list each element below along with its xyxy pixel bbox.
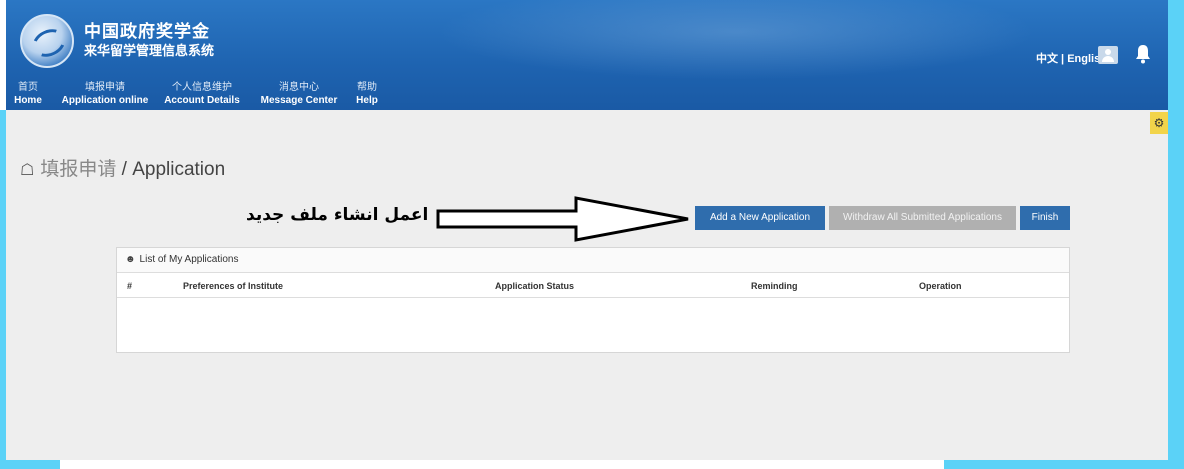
site-header: 中国政府奖学金 来华留学管理信息系统 中文 | English 首页 Home … [6,0,1168,110]
add-new-application-button[interactable]: Add a New Application [695,206,825,230]
logo-swirl [28,24,70,62]
annotation-text: اعمل انشاء ملف جديد [246,205,429,225]
nav-home-en: Home [14,95,42,106]
home-icon: ☖ [20,162,35,179]
nav-home-cn: 首页 [18,82,38,93]
table-header: # Preferences of Institute Application S… [117,273,1069,298]
users-icon: ☻ [125,254,136,265]
nav-account-details[interactable]: 个人信息维护 Account Details [156,78,248,106]
withdraw-all-applications-button[interactable]: Withdraw All Submitted Applications [829,206,1016,230]
arrow-right-icon [436,196,689,242]
nav-message-center[interactable]: 消息中心 Message Center [252,78,346,106]
nav-account-details-cn: 个人信息维护 [172,82,232,93]
world-map-background [436,0,1036,80]
bell-icon[interactable] [1134,44,1152,64]
screenshot: 中国政府奖学金 来华留学管理信息系统 中文 | English 首页 Home … [6,0,1168,460]
nav-application-online-en: Application online [61,95,149,106]
nav-help[interactable]: 帮助 Help [352,78,382,106]
nav-message-center-en: Message Center [260,95,338,106]
nav-account-details-en: Account Details [164,95,240,106]
nav-application-online-cn: 填报申请 [85,82,125,93]
page-title-separator: / [116,159,133,180]
user-icon[interactable] [1098,46,1118,64]
lang-separator: | [1058,53,1068,65]
system-title: 中国政府奖学金 [84,22,210,41]
column-reminding: Reminding [751,281,798,291]
panel-title: List of My Applications [139,254,239,265]
nav-application-online[interactable]: 填报申请 Application online [54,78,156,106]
table-body [117,298,1069,352]
logo-emblem-icon[interactable] [20,14,74,68]
page-title-cn: 填报申请 [40,159,117,180]
finish-button[interactable]: Finish [1020,206,1070,230]
panel-heading: ☻ List of My Applications [117,248,1069,273]
column-number: # [127,281,133,291]
column-preferences-of-institute: Preferences of Institute [183,281,284,291]
nav-message-center-cn: 消息中心 [279,82,319,93]
nav-help-cn: 帮助 [357,82,377,93]
language-switcher: 中文 | English [1036,50,1107,66]
column-application-status: Application Status [495,281,575,291]
system-subtitle: 来华留学管理信息系统 [84,43,215,58]
nav-home[interactable]: 首页 Home [10,78,46,106]
column-operation: Operation [919,281,962,291]
gear-icon[interactable]: ⚙ [1150,112,1168,134]
applications-panel: ☻ List of My Applications # Preferences o… [116,247,1070,353]
page-title-en: Application [132,159,226,180]
page-title: ☖ 填报申请 / Application [20,154,225,181]
nav-help-en: Help [356,95,378,106]
lang-chinese-link[interactable]: 中文 [1036,53,1058,65]
